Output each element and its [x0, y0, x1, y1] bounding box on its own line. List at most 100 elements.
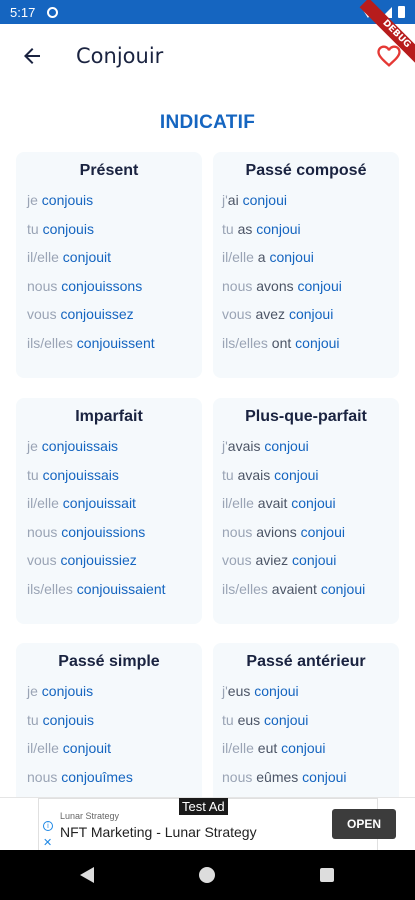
verb-form: conjouissais: [42, 466, 119, 483]
conjugation-row: il/elle a conjoui: [213, 249, 399, 278]
pronoun: je: [27, 683, 38, 699]
conjugation-row: tu conjouissais: [16, 467, 202, 496]
verb-form: conjouissons: [61, 277, 143, 294]
conjugation-row: je conjouissais: [16, 438, 202, 467]
ad-title[interactable]: NFT Marketing - Lunar Strategy: [60, 824, 257, 840]
verb-form: conjoui: [256, 220, 301, 237]
auxiliary: a: [257, 249, 266, 266]
battery-icon: [398, 6, 405, 18]
verb-form: conjoui: [288, 306, 334, 323]
pronoun: vous: [27, 306, 57, 323]
auxiliary: avait: [257, 495, 288, 512]
auxiliary: ont: [271, 334, 292, 351]
pronoun: ils/elles: [222, 334, 268, 351]
verb-form: conjouissais: [41, 438, 119, 454]
tense-card: Imparfait je conjouissais tu conjouissais i…: [16, 398, 202, 624]
verb-form: conjouissiez: [60, 552, 137, 569]
pronoun: il/elle: [27, 495, 59, 512]
tense-name: Passé composé: [245, 162, 367, 179]
pronoun: nous: [222, 768, 253, 785]
status-time: 5:17: [10, 4, 36, 20]
verb-form: conjouissent: [76, 334, 155, 351]
notification-icon: [47, 6, 59, 18]
conjugation-row: je conjouis: [16, 192, 202, 221]
verb-form: conjoui: [242, 192, 287, 208]
nav-back-icon[interactable]: [80, 867, 94, 883]
verb-form: conjoui: [320, 580, 366, 597]
auxiliary: avez: [255, 306, 286, 323]
verb-form: conjoui: [264, 711, 309, 728]
tense-name: Imparfait: [75, 408, 143, 425]
test-ad-badge: Test Ad: [179, 798, 228, 815]
verb-form: conjouit: [62, 740, 112, 757]
pronoun: il/elle: [222, 495, 254, 512]
tense-name: Présent: [79, 162, 139, 179]
auxiliary: avions: [256, 523, 297, 540]
verb-form: conjouis: [41, 683, 94, 699]
conjugation-row: vous aviez conjoui: [213, 552, 399, 581]
verb-form: conjoui: [281, 740, 326, 757]
pronoun: nous: [27, 768, 58, 785]
system-nav-bar: [0, 850, 415, 900]
pronoun: il/elle: [27, 740, 59, 757]
pronoun: vous: [27, 552, 57, 569]
pronoun: tu: [27, 220, 39, 237]
tense-card: Plus-que-parfait j'avais conjoui tu avais …: [213, 398, 399, 624]
back-arrow-icon[interactable]: [20, 44, 44, 68]
auxiliary: as: [237, 220, 253, 237]
verb-form: conjoui: [291, 495, 336, 512]
nav-home-icon[interactable]: [199, 867, 215, 883]
tense-card: Passé simple je conjouis tu conjouis il/ell…: [16, 643, 202, 797]
conjugation-row: il/elle conjouissait: [16, 495, 202, 524]
conjugation-row: tu eus conjoui: [213, 712, 399, 741]
conjugation-row: nous conjouissons: [16, 278, 202, 307]
tense-card: Présent je conjouis tu conjouis il/elle con…: [16, 152, 202, 378]
conjugation-row: j'ai conjoui: [213, 192, 399, 221]
ad-close-icon[interactable]: ✕: [43, 836, 52, 849]
section-title: INDICATIF: [159, 112, 256, 133]
pronoun: ils/elles: [222, 580, 268, 597]
pronoun: tu: [222, 711, 234, 728]
verb-form: conjoui: [274, 466, 319, 483]
conjugation-row: nous avions conjoui: [213, 524, 399, 553]
conjugation-row: il/elle avait conjoui: [213, 495, 399, 524]
verb-form: conjouissait: [62, 495, 136, 512]
verb-form: conjouissez: [60, 306, 134, 323]
nav-recents-icon[interactable]: [320, 868, 334, 882]
auxiliary: avais: [237, 466, 271, 483]
ad-sponsor: Lunar Strategy: [60, 811, 120, 821]
pronoun: il/elle: [222, 740, 254, 757]
ad-open-button[interactable]: OPEN: [332, 809, 396, 839]
ad-info-icon[interactable]: i: [43, 821, 53, 831]
ad-banner[interactable]: i ✕ Lunar Strategy NFT Marketing - Lunar…: [0, 797, 415, 851]
conjugation-row: j'eus conjoui: [213, 683, 399, 712]
pronoun: tu: [222, 466, 234, 483]
auxiliary: avaient: [271, 580, 317, 597]
conjugation-row: tu avais conjoui: [213, 467, 399, 496]
verb-form: conjoui: [302, 768, 347, 785]
tense-name: Passé simple: [58, 653, 160, 670]
verb-form: conjoui: [264, 438, 309, 454]
pronoun: tu: [27, 466, 39, 483]
conjugation-content[interactable]: INDICATIF Présent je conjouis tu conjouis i…: [0, 88, 415, 797]
auxiliary: avons: [256, 277, 294, 294]
conjugation-row: tu conjouis: [16, 712, 202, 741]
pronoun: nous: [27, 523, 58, 540]
conjugation-row: tu as conjoui: [213, 221, 399, 250]
verb-form: conjouit: [62, 249, 112, 266]
verb-form: conjoui: [292, 552, 337, 569]
conjugation-row: je conjouis: [16, 683, 202, 712]
conjugation-row: vous avez conjoui: [213, 306, 399, 335]
verb-form: conjoui: [295, 334, 340, 351]
pronoun: ils/elles: [27, 334, 73, 351]
pronoun: il/elle: [222, 249, 254, 266]
verb-form: conjoui: [269, 249, 314, 266]
tense-card: Passé antérieur j'eus conjoui tu eus conjo…: [213, 643, 399, 797]
conjugation-row: ils/elles ont conjoui: [213, 335, 399, 364]
conjugation-row: il/elle eut conjoui: [213, 740, 399, 769]
status-bar: 5:17: [0, 0, 415, 24]
verb-form: conjouis: [42, 711, 94, 728]
tense-name: Passé antérieur: [246, 653, 366, 670]
conjugation-row: ils/elles conjouissaient: [16, 581, 202, 610]
verb-form: conjouis: [42, 220, 94, 237]
